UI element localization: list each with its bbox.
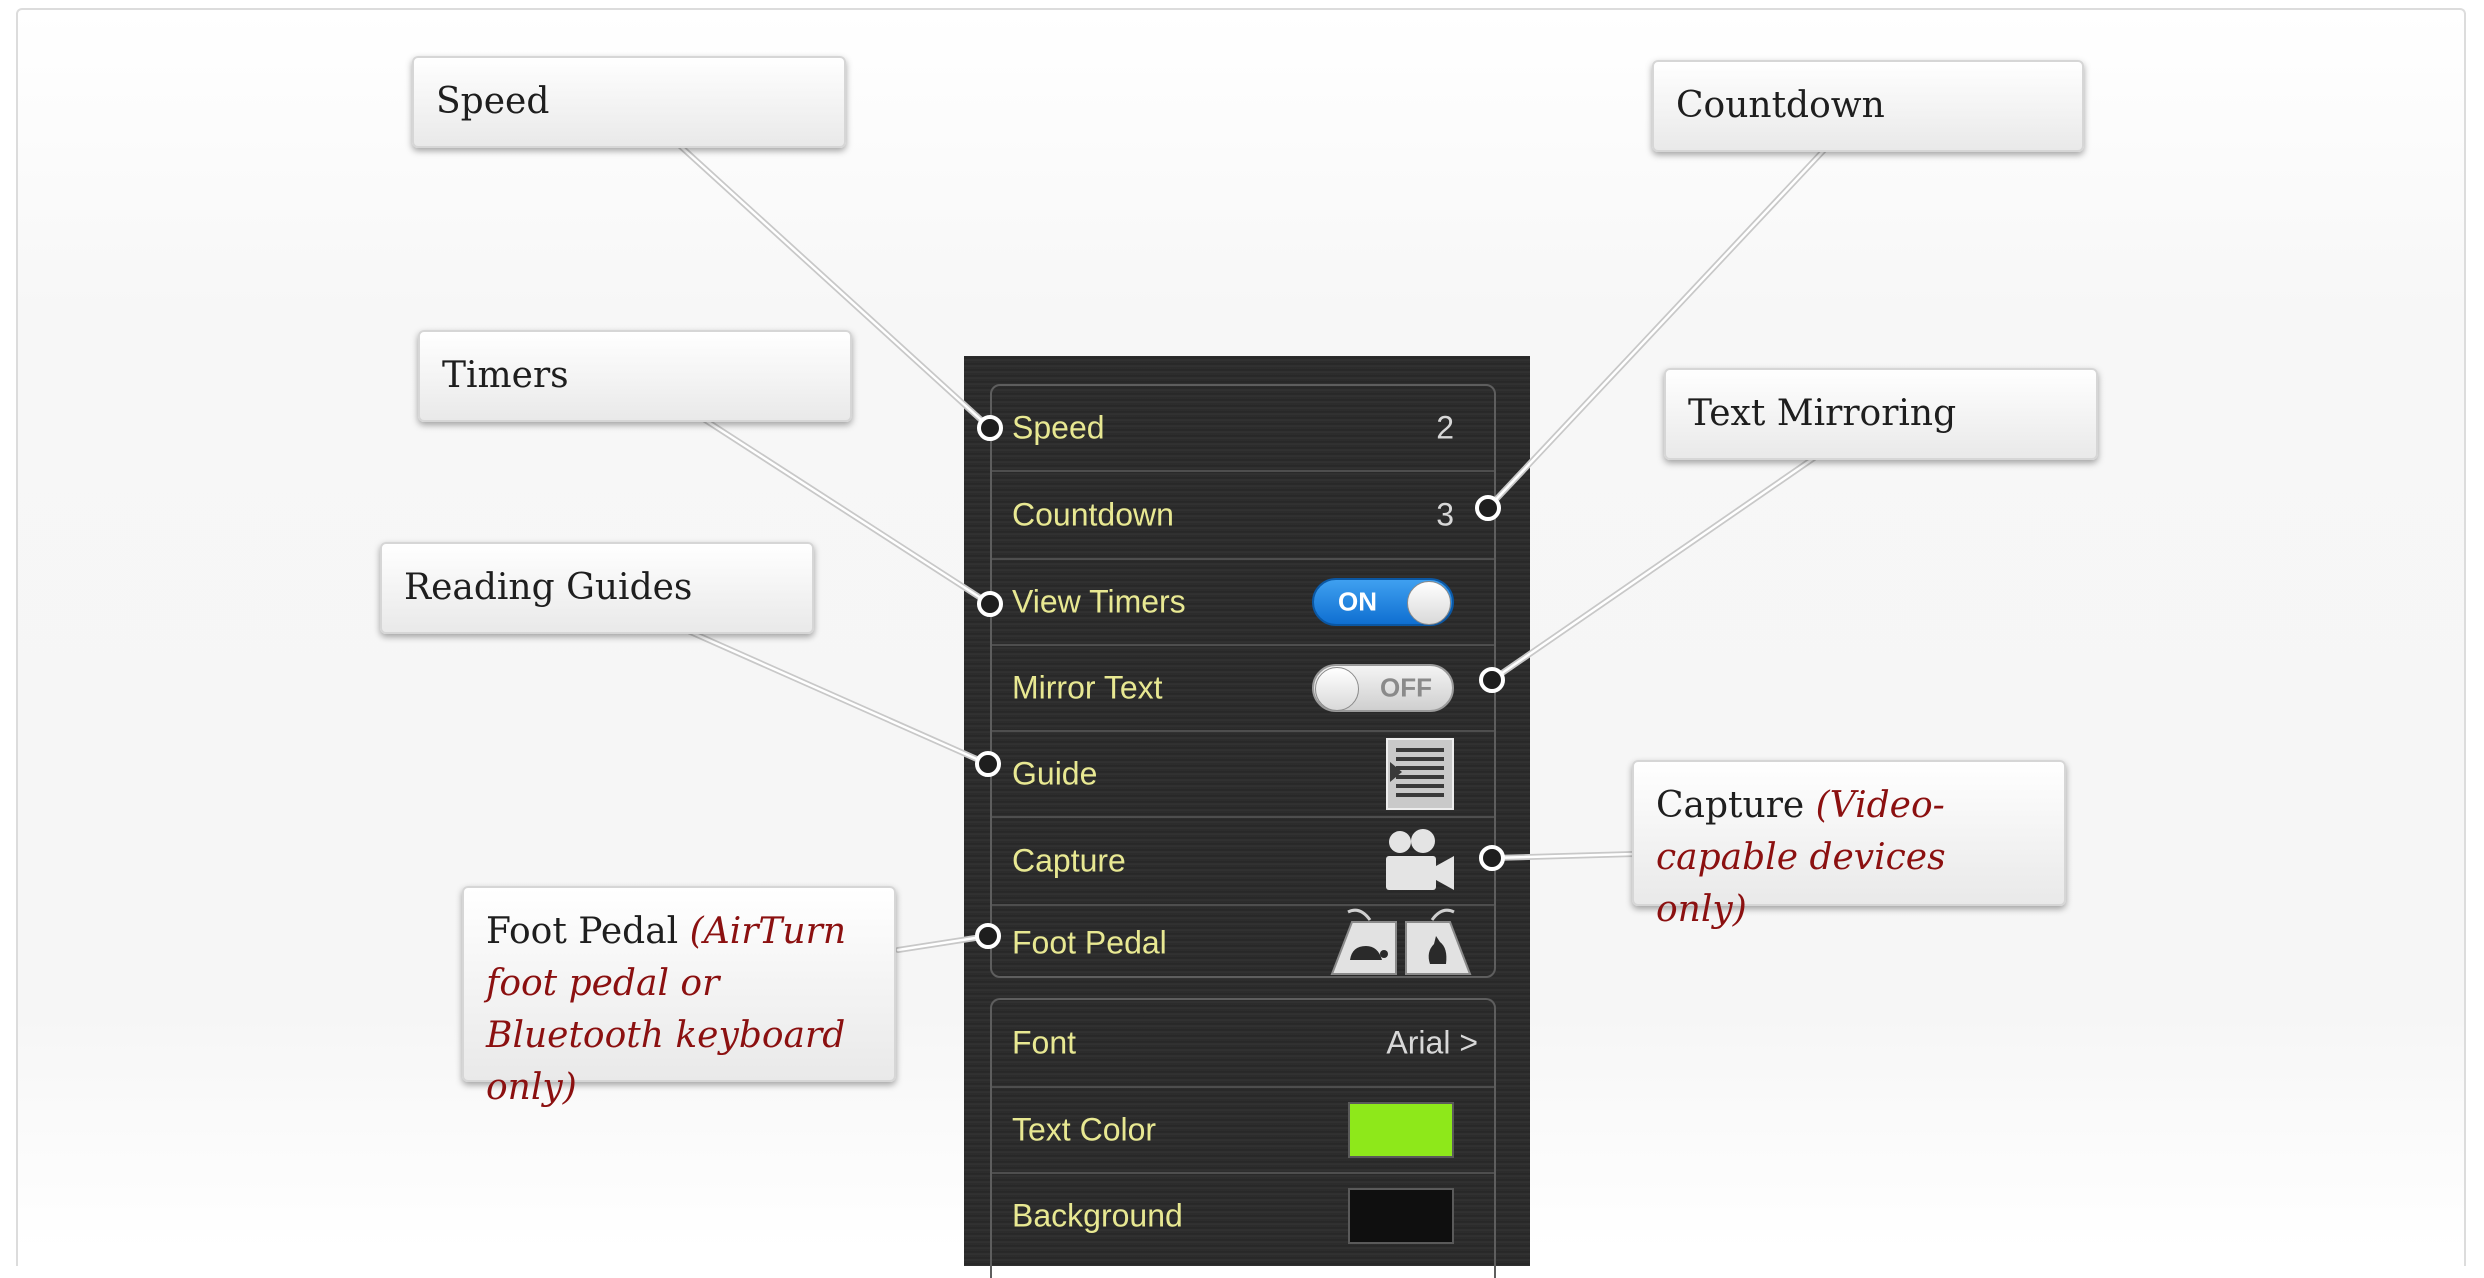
background-swatch[interactable] [1348,1188,1454,1244]
toggle-knob [1315,667,1359,711]
callout-capture: Capture (Video-capable devices only) [1632,760,2066,930]
mirror-text-label: Mirror Text [1012,669,1163,706]
settings-row-background[interactable]: Background [992,1172,1494,1258]
mirror-text-toggle[interactable]: OFF [1312,664,1454,712]
callout-title: Foot Pedal [486,911,679,952]
view-timers-label: View Timers [1012,583,1186,620]
callout-title: Countdown [1676,85,1885,126]
settings-row-font[interactable]: Font Arial > [992,1000,1494,1086]
guide-label: Guide [1012,755,1098,792]
toggle-knob [1407,581,1451,625]
callout-foot-pedal: Foot Pedal (AirTurn foot pedal or Blueto… [462,886,896,1108]
toggle-state-label: ON [1338,586,1377,617]
callout-speed: Speed [412,56,846,148]
video-camera-icon[interactable] [1384,828,1456,894]
settings-group-playback: Speed 2 Countdown 3 View Timers ON Mirro… [990,384,1496,978]
callout-title: Timers [442,355,569,396]
settings-row-text-color[interactable]: Text Color [992,1086,1494,1172]
callout-timers: Timers [418,330,852,422]
callout-reading-guides: Reading Guides [380,542,814,634]
settings-group-display: Font Arial > Text Color Background [990,998,1496,1278]
reading-guide-icon[interactable] [1386,738,1454,810]
settings-row-view-timers: View Timers ON [992,558,1494,644]
foot-pedal-icon[interactable] [1330,908,1472,978]
speed-label: Speed [1012,409,1105,446]
callout-title: Capture [1656,785,1805,826]
view-timers-toggle[interactable]: ON [1312,578,1454,626]
background-label: Background [1012,1197,1183,1234]
capture-label: Capture [1012,842,1126,879]
font-value[interactable]: Arial > [1386,1025,1478,1062]
settings-row-countdown[interactable]: Countdown 3 [992,470,1494,558]
settings-panel: Speed 2 Countdown 3 View Timers ON Mirro… [964,356,1530,1278]
settings-row-guide[interactable]: Guide [992,730,1494,816]
callout-countdown: Countdown [1652,60,2084,152]
settings-row-foot-pedal[interactable]: Foot Pedal [992,904,1494,980]
settings-row-capture[interactable]: Capture [992,816,1494,904]
foot-pedal-label: Foot Pedal [1012,924,1167,961]
callout-title: Text Mirroring [1688,393,1957,434]
text-color-label: Text Color [1012,1111,1157,1148]
settings-row-speed[interactable]: Speed 2 [992,386,1494,470]
callout-title: Speed [436,81,550,122]
countdown-label: Countdown [1012,496,1174,533]
settings-row-mirror-text: Mirror Text OFF [992,644,1494,730]
text-color-swatch[interactable] [1348,1102,1454,1158]
toggle-state-label: OFF [1380,672,1432,703]
callout-title: Reading Guides [404,567,693,608]
countdown-value[interactable]: 3 [1436,497,1454,534]
callout-text-mirroring: Text Mirroring [1664,368,2098,460]
font-label: Font [1012,1024,1077,1061]
speed-value[interactable]: 2 [1436,410,1454,447]
